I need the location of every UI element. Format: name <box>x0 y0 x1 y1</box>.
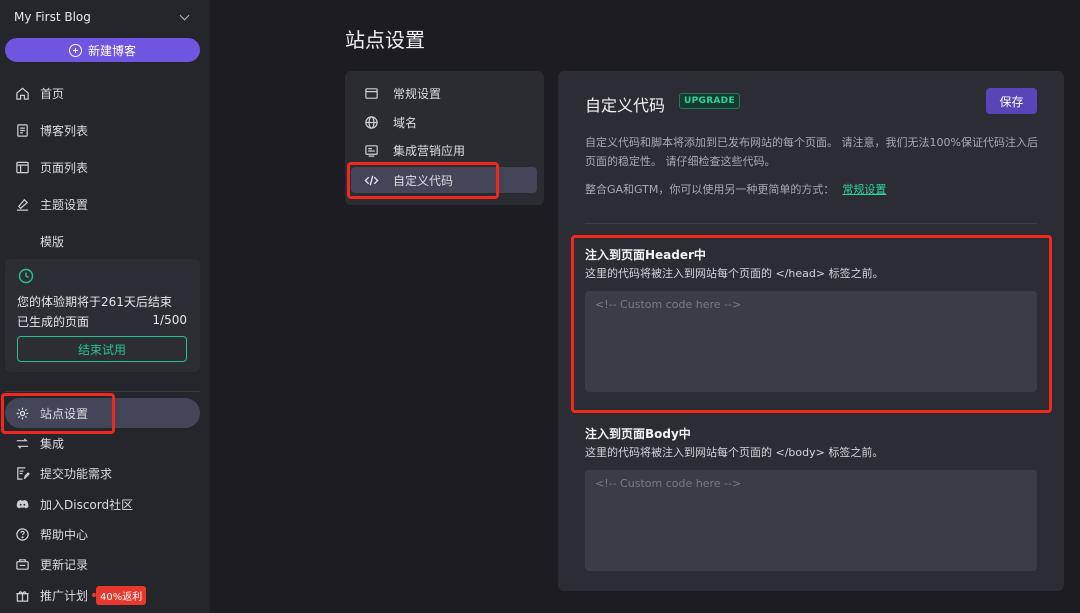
header-code-input[interactable] <box>585 291 1037 392</box>
promo-badge: 40%返利 <box>96 586 146 605</box>
body-section-title: 注入到页面Body中 <box>585 425 691 442</box>
sidebar-item-help[interactable]: 帮助中心 <box>0 520 200 548</box>
trial-pages-value: 1/500 <box>152 313 187 330</box>
sidebar: My First Blog 新建博客 首页 博客列表 页面列表 主题设置 模版 … <box>0 0 210 613</box>
tab-general-settings[interactable]: 常规设置 <box>351 80 537 106</box>
sidebar-item-label: 帮助中心 <box>40 526 88 543</box>
header-section-desc: 这里的代码将被注入到网站每个页面的 </head> 标签之前。 <box>585 265 884 281</box>
sidebar-item-page-list[interactable]: 页面列表 <box>0 153 200 181</box>
globe-icon <box>363 114 379 130</box>
panel-divider <box>585 223 1037 224</box>
sidebar-item-label: 提交功能需求 <box>40 465 112 482</box>
sidebar-divider <box>5 391 200 392</box>
app-icon <box>363 142 379 158</box>
ga-hint-text: 整合GA和GTM，你可以使用另一种更简单的方式： <box>585 183 834 196</box>
sidebar-item-label: 模版 <box>40 233 64 250</box>
sidebar-item-label: 更新记录 <box>40 556 88 573</box>
sidebar-item-discord[interactable]: 加入Discord社区 <box>0 490 200 518</box>
trial-pages-label: 已生成的页面 <box>17 313 89 330</box>
request-icon <box>14 465 30 481</box>
header-section-title: 注入到页面Header中 <box>585 246 706 263</box>
panel-title: 自定义代码 <box>585 92 665 116</box>
menu-item-label: 常规设置 <box>393 85 441 102</box>
general-settings-link[interactable]: 常规设置 <box>842 183 886 196</box>
save-button[interactable]: 保存 <box>986 88 1037 114</box>
sidebar-item-home[interactable]: 首页 <box>0 79 200 107</box>
end-trial-button[interactable]: 结束试用 <box>17 336 187 362</box>
home-icon <box>14 85 30 101</box>
sidebar-item-site-settings[interactable]: 站点设置 <box>0 399 200 427</box>
menu-item-label: 域名 <box>393 114 417 131</box>
settings-menu: 常规设置 域名 集成营销应用 自定义代码 <box>345 71 544 205</box>
pages-icon <box>14 159 30 175</box>
page-title: 站点设置 <box>345 24 425 53</box>
window-icon <box>363 85 379 101</box>
sidebar-item-changelog[interactable]: 更新记录 <box>0 550 200 578</box>
sidebar-item-feature-request[interactable]: 提交功能需求 <box>0 459 200 487</box>
clock-icon <box>18 268 34 284</box>
sidebar-item-label: 首页 <box>40 85 64 102</box>
sidebar-item-label: 集成 <box>40 435 64 452</box>
ga-hint: 整合GA和GTM，你可以使用另一种更简单的方式： 常规设置 <box>585 181 886 197</box>
help-icon <box>14 526 30 542</box>
new-blog-button[interactable]: 新建博客 <box>5 38 200 62</box>
sidebar-item-label: 页面列表 <box>40 159 88 176</box>
trial-message: 您的体验期将于261天后结束 <box>17 293 172 310</box>
sidebar-item-label: 博客列表 <box>40 122 88 139</box>
body-section-desc: 这里的代码将被注入到网站每个页面的 </body> 标签之前。 <box>585 444 883 460</box>
brush-icon <box>14 196 30 212</box>
new-blog-label: 新建博客 <box>88 42 136 59</box>
plus-circle-icon <box>69 44 82 57</box>
trial-pages-row: 已生成的页面 1/500 <box>17 313 187 330</box>
gear-icon <box>14 405 30 421</box>
sidebar-item-blog-list[interactable]: 博客列表 <box>0 116 200 144</box>
sidebar-item-referral[interactable]: 推广计划 40%返利 <box>0 581 200 609</box>
sidebar-item-label: 推广计划 <box>40 587 88 604</box>
panel-description: 自定义代码和脚本将添加到已发布网站的每个页面。 请注意，我们无法100%保证代码… <box>585 133 1040 171</box>
sidebar-item-label: 加入Discord社区 <box>40 496 133 513</box>
sidebar-item-label: 主题设置 <box>40 196 88 213</box>
gift-icon <box>14 587 30 603</box>
trial-card: 您的体验期将于261天后结束 已生成的页面 1/500 结束试用 <box>5 259 200 372</box>
code-icon <box>363 172 379 188</box>
discord-icon <box>14 496 30 512</box>
integration-icon <box>14 435 30 451</box>
chevron-down-icon <box>180 10 190 20</box>
tab-marketing-apps[interactable]: 集成营销应用 <box>351 137 537 163</box>
changelog-icon <box>14 556 30 572</box>
sidebar-item-integrations[interactable]: 集成 <box>0 429 200 457</box>
blog-name: My First Blog <box>14 10 91 24</box>
tab-custom-code[interactable]: 自定义代码 <box>351 167 537 193</box>
menu-item-label: 自定义代码 <box>393 172 453 189</box>
tab-domain[interactable]: 域名 <box>351 109 537 135</box>
menu-item-label: 集成营销应用 <box>393 142 465 159</box>
sidebar-item-theme[interactable]: 主题设置 <box>0 190 200 218</box>
custom-code-panel: 自定义代码 UPGRADE 保存 自定义代码和脚本将添加到已发布网站的每个页面。… <box>558 71 1064 591</box>
sidebar-item-label: 站点设置 <box>40 405 88 422</box>
blog-switcher[interactable]: My First Blog <box>14 8 194 26</box>
document-icon <box>14 122 30 138</box>
upgrade-badge: UPGRADE <box>679 93 740 109</box>
body-code-input[interactable] <box>585 470 1037 571</box>
sidebar-item-templates[interactable]: 模版 <box>0 227 200 255</box>
